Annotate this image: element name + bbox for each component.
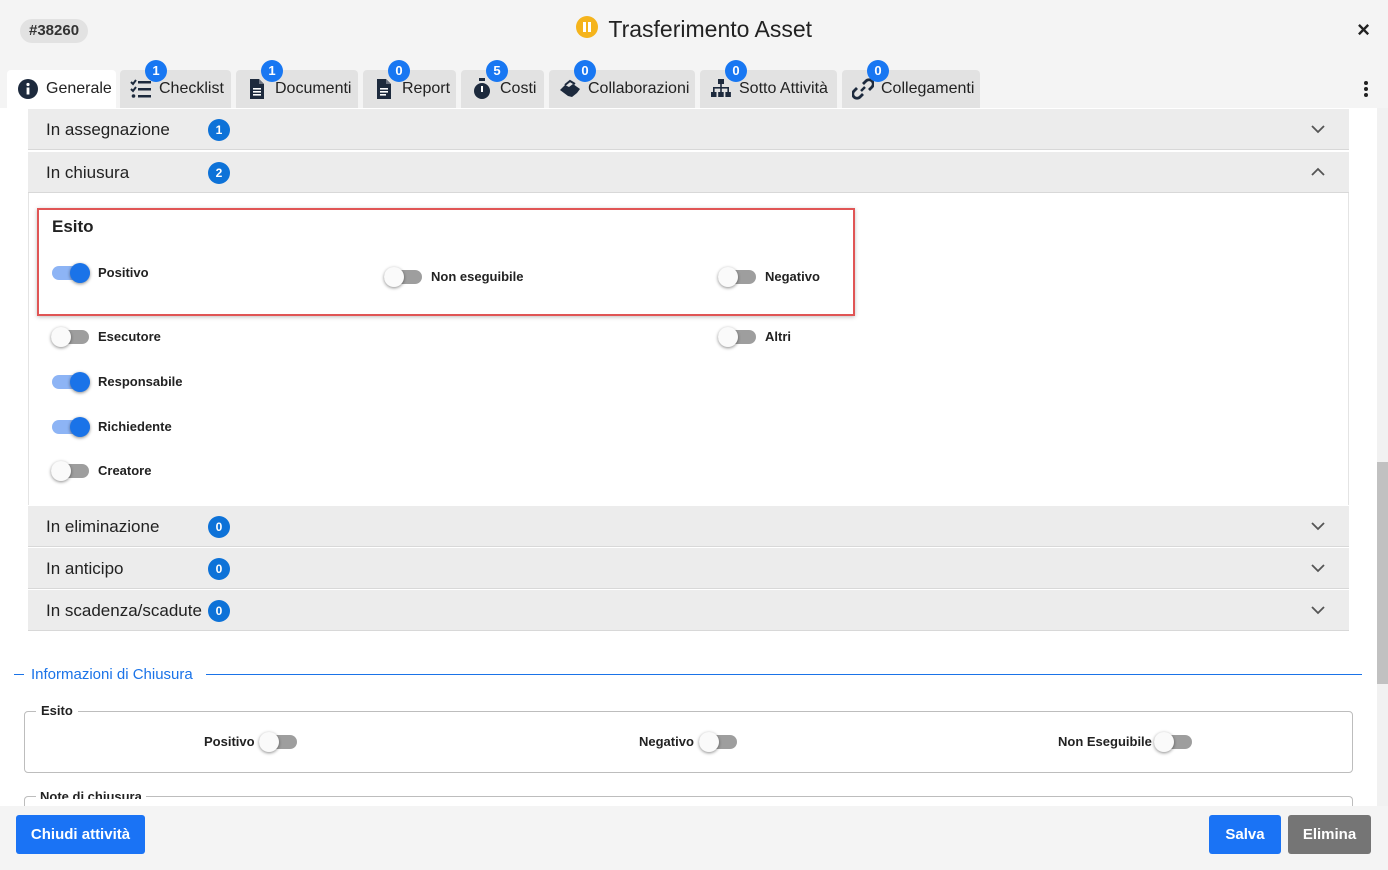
chevron-down-icon bbox=[1311, 125, 1325, 134]
chevron-down-icon bbox=[1311, 522, 1325, 531]
count-badge: 0 bbox=[208, 558, 230, 580]
tab-label: Costi bbox=[500, 80, 537, 97]
info-icon bbox=[18, 79, 38, 99]
sitemap-icon bbox=[711, 79, 731, 97]
count-badge: 0 bbox=[208, 600, 230, 622]
dialog-title: Trasferimento Asset bbox=[608, 16, 813, 42]
delete-button[interactable]: Elimina bbox=[1288, 815, 1371, 854]
closing-esito-legend: Esito bbox=[36, 703, 78, 718]
section-divider bbox=[14, 674, 24, 675]
count-badge: 0 bbox=[208, 516, 230, 538]
positivo-label: Positivo bbox=[98, 265, 149, 280]
chevron-down-icon bbox=[1311, 564, 1325, 573]
accordion-label: In assegnazione bbox=[46, 120, 170, 139]
tab-badge: 0 bbox=[574, 60, 596, 82]
accordion-in-assegnazione[interactable]: In assegnazione 1 bbox=[28, 109, 1349, 150]
scrollbar-thumb[interactable] bbox=[1377, 462, 1388, 684]
tab-label: Report bbox=[402, 80, 451, 97]
stopwatch-icon bbox=[474, 78, 490, 99]
link-icon bbox=[852, 78, 874, 100]
pause-circle-icon bbox=[575, 15, 598, 38]
toggle-knob bbox=[51, 327, 71, 347]
chevron-down-icon bbox=[1311, 606, 1325, 615]
tab-report[interactable]: 0 Report bbox=[363, 60, 456, 108]
document-icon bbox=[250, 79, 264, 99]
chevron-up-icon bbox=[1311, 167, 1325, 176]
tab-badge: 5 bbox=[486, 60, 508, 82]
creatore-label: Creatore bbox=[98, 463, 152, 478]
closing-notes-legend: Note di chiusura bbox=[36, 789, 146, 799]
tab-label: Checklist bbox=[159, 80, 224, 97]
toggle-knob bbox=[718, 327, 738, 347]
tab-bar: Generale 1 Checklist 1 Documenti 0 Repor… bbox=[0, 60, 1388, 108]
checklist-icon bbox=[130, 79, 151, 98]
count-badge: 2 bbox=[208, 162, 230, 184]
accordion-label: In chiusura bbox=[46, 163, 130, 182]
accordion-in-anticipo[interactable]: In anticipo 0 bbox=[28, 548, 1349, 589]
tab-generale[interactable]: Generale bbox=[7, 70, 116, 108]
tab-label: Collaborazioni bbox=[588, 80, 690, 97]
non-eseguibile-label: Non eseguibile bbox=[431, 269, 524, 284]
tab-costi[interactable]: 5 Costi bbox=[461, 60, 544, 108]
close-activity-button[interactable]: Chiudi attività bbox=[16, 815, 145, 854]
tab-badge: 0 bbox=[725, 60, 747, 82]
section-divider bbox=[206, 674, 1362, 675]
tab-label: Documenti bbox=[275, 80, 352, 97]
scrollbar-track[interactable] bbox=[1377, 108, 1388, 806]
tab-badge: 0 bbox=[388, 60, 410, 82]
toggle-knob bbox=[70, 417, 90, 437]
closing-non-eseguibile-label: Non Eseguibile bbox=[1058, 734, 1152, 749]
accordion-label: In anticipo bbox=[46, 559, 124, 578]
count-badge: 1 bbox=[208, 119, 230, 141]
tab-collegamenti[interactable]: 0 Collegamenti bbox=[842, 60, 980, 108]
title-wrap: Trasferimento Asset bbox=[0, 15, 1388, 43]
responsabile-label: Responsabile bbox=[98, 374, 183, 389]
tab-label: Generale bbox=[46, 80, 112, 97]
accordion-in-chiusura[interactable]: In chiusura 2 bbox=[28, 152, 1349, 193]
altri-label: Altri bbox=[765, 329, 791, 344]
tab-label: Sotto Attività bbox=[739, 80, 828, 97]
accordion-in-scadenza[interactable]: In scadenza/scadute 0 bbox=[28, 590, 1349, 631]
task-dialog: #38260 Trasferimento Asset × Generale 1 … bbox=[0, 0, 1388, 870]
close-button[interactable]: × bbox=[1357, 18, 1370, 42]
closing-info-title: Informazioni di Chiusura bbox=[31, 666, 193, 683]
tab-sotto-attivita[interactable]: 0 Sotto Attività bbox=[700, 60, 837, 108]
handshake-icon bbox=[560, 79, 580, 97]
tab-collaborazioni[interactable]: 0 Collaborazioni bbox=[549, 60, 695, 108]
esito-highlight-box bbox=[37, 208, 855, 316]
dialog-header: #38260 Trasferimento Asset × bbox=[0, 0, 1388, 62]
tab-documenti[interactable]: 1 Documenti bbox=[236, 60, 358, 108]
toggle-knob bbox=[384, 267, 404, 287]
dialog-footer bbox=[0, 806, 1388, 870]
tab-badge: 1 bbox=[145, 60, 167, 82]
tab-badge: 1 bbox=[261, 60, 283, 82]
toggle-knob bbox=[70, 263, 90, 283]
closing-positivo-label: Positivo bbox=[204, 734, 255, 749]
toggle-knob bbox=[718, 267, 738, 287]
accordion-in-eliminazione[interactable]: In eliminazione 0 bbox=[28, 506, 1349, 547]
esecutore-label: Esecutore bbox=[98, 329, 161, 344]
accordion-label: In eliminazione bbox=[46, 517, 160, 536]
toggle-knob bbox=[259, 732, 279, 752]
richiedente-label: Richiedente bbox=[98, 419, 172, 434]
tab-label: Collegamenti bbox=[881, 80, 975, 97]
more-options-icon[interactable] bbox=[1364, 81, 1368, 97]
toggle-knob bbox=[70, 372, 90, 392]
tab-badge: 0 bbox=[867, 60, 889, 82]
negativo-label: Negativo bbox=[765, 269, 820, 284]
toggle-knob bbox=[1154, 732, 1174, 752]
esito-heading: Esito bbox=[52, 217, 94, 236]
tab-checklist[interactable]: 1 Checklist bbox=[120, 60, 231, 108]
report-icon bbox=[377, 79, 391, 99]
accordion-label: In scadenza/scadute bbox=[46, 601, 202, 620]
closing-negativo-label: Negativo bbox=[639, 734, 694, 749]
save-button[interactable]: Salva bbox=[1209, 815, 1281, 854]
toggle-knob bbox=[699, 732, 719, 752]
toggle-knob bbox=[51, 461, 71, 481]
